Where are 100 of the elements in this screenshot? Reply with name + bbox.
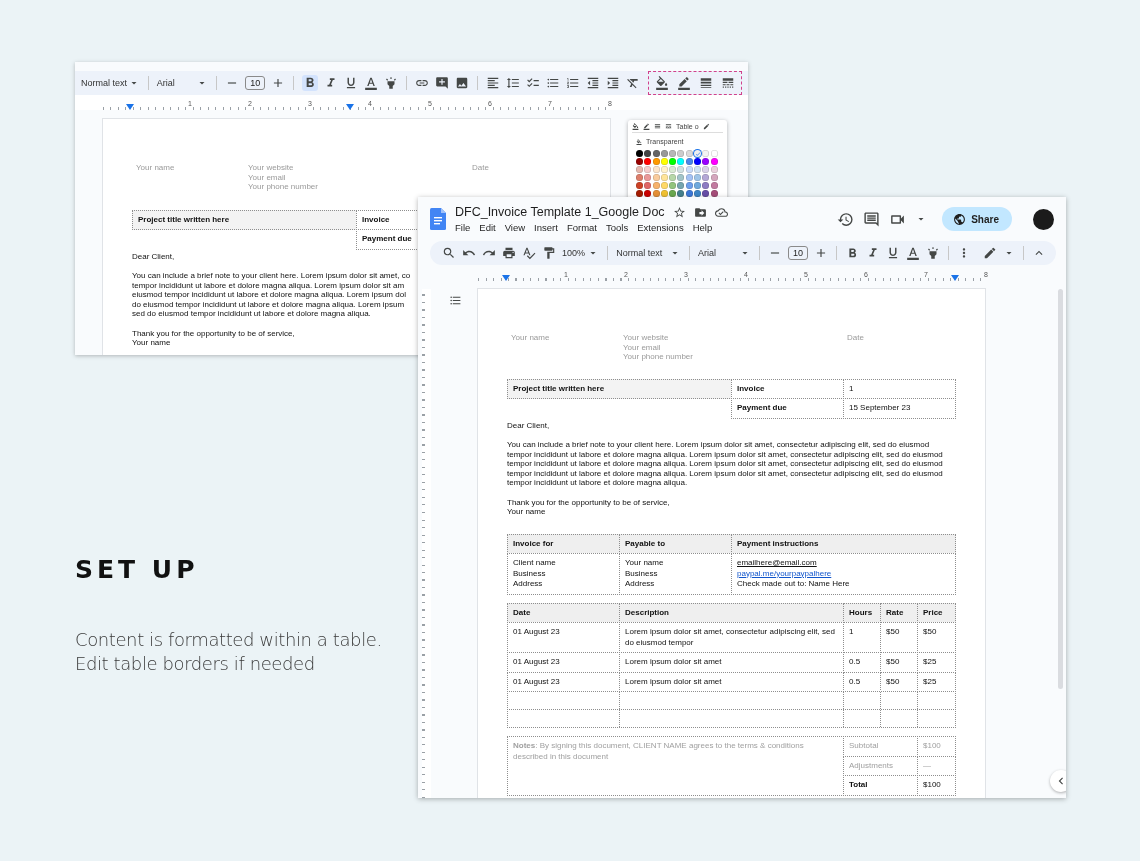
color-swatch[interactable] bbox=[685, 174, 693, 181]
color-swatch[interactable] bbox=[710, 150, 718, 157]
color-swatch[interactable] bbox=[669, 174, 677, 181]
color-swatch[interactable] bbox=[660, 190, 668, 197]
color-swatch[interactable] bbox=[636, 166, 643, 173]
cloud-icon[interactable] bbox=[714, 205, 728, 219]
color-swatch[interactable] bbox=[677, 158, 685, 165]
color-swatch[interactable] bbox=[685, 166, 693, 173]
color-swatch[interactable] bbox=[669, 166, 677, 173]
color-swatch[interactable] bbox=[702, 190, 710, 197]
menu-item[interactable]: Insert bbox=[534, 222, 558, 233]
color-swatch[interactable] bbox=[685, 190, 693, 197]
color-swatch[interactable] bbox=[694, 158, 702, 165]
color-swatch[interactable] bbox=[710, 166, 718, 173]
indent-decrease-icon[interactable] bbox=[586, 76, 600, 90]
fill-color-icon[interactable] bbox=[632, 123, 639, 130]
indent-increase-icon[interactable] bbox=[606, 76, 620, 90]
payment-link[interactable]: paypal.me/yourpaypalhere bbox=[737, 568, 832, 579]
folder-icon[interactable] bbox=[693, 205, 707, 219]
border-dash-icon[interactable] bbox=[721, 76, 735, 90]
email-link[interactable]: emailhere@email.com bbox=[737, 558, 817, 569]
color-swatch[interactable] bbox=[644, 174, 652, 181]
docs-logo-icon[interactable] bbox=[430, 208, 446, 230]
color-swatch[interactable] bbox=[652, 150, 660, 157]
comment-icon[interactable] bbox=[435, 76, 450, 90]
color-swatch[interactable] bbox=[694, 174, 702, 181]
bold-icon[interactable] bbox=[302, 75, 319, 91]
color-swatch[interactable] bbox=[677, 182, 685, 189]
color-swatch[interactable] bbox=[652, 182, 660, 189]
color-swatch[interactable] bbox=[660, 166, 668, 173]
menu-item[interactable]: Tools bbox=[605, 222, 629, 233]
menu-item[interactable]: Format bbox=[566, 222, 597, 233]
color-swatch[interactable] bbox=[710, 190, 718, 197]
collapse-button[interactable] bbox=[1050, 770, 1066, 792]
star-icon[interactable] bbox=[672, 205, 686, 219]
history-icon[interactable] bbox=[837, 210, 855, 228]
border-width-icon[interactable] bbox=[699, 76, 713, 90]
color-swatch[interactable] bbox=[652, 158, 660, 165]
color-swatch[interactable] bbox=[685, 150, 693, 157]
menu-item[interactable]: Edit bbox=[479, 222, 496, 233]
pencil-icon[interactable] bbox=[702, 123, 710, 130]
color-swatch[interactable] bbox=[636, 174, 643, 181]
color-swatch[interactable] bbox=[685, 158, 693, 165]
color-swatch[interactable] bbox=[669, 182, 677, 189]
color-swatch[interactable] bbox=[702, 174, 710, 181]
menu-item[interactable]: Extensions bbox=[637, 222, 684, 233]
color-swatch[interactable] bbox=[636, 150, 643, 157]
color-swatch[interactable] bbox=[652, 190, 660, 197]
pencil-icon[interactable] bbox=[983, 246, 997, 260]
color-swatch[interactable] bbox=[644, 190, 652, 197]
color-swatch[interactable] bbox=[660, 150, 668, 157]
color-swatch[interactable] bbox=[685, 182, 693, 189]
spellcheck-icon[interactable] bbox=[522, 246, 536, 260]
color-swatch[interactable] bbox=[660, 174, 668, 181]
color-swatch[interactable] bbox=[636, 190, 643, 197]
color-swatch[interactable] bbox=[636, 158, 643, 165]
align-icon[interactable] bbox=[486, 76, 500, 90]
color-swatch[interactable] bbox=[669, 190, 677, 197]
checklist-icon[interactable] bbox=[526, 76, 540, 90]
text-color-icon[interactable] bbox=[906, 246, 921, 260]
color-swatch[interactable] bbox=[669, 150, 677, 157]
color-swatch[interactable] bbox=[677, 150, 685, 157]
color-swatch[interactable] bbox=[644, 182, 652, 189]
color-swatch[interactable] bbox=[652, 166, 660, 173]
text-color-icon[interactable] bbox=[364, 76, 379, 90]
color-swatch[interactable] bbox=[702, 182, 710, 189]
color-swatch[interactable] bbox=[710, 174, 718, 181]
color-swatch[interactable] bbox=[710, 158, 718, 165]
color-swatch[interactable] bbox=[677, 190, 685, 197]
border-color-icon[interactable] bbox=[677, 76, 691, 90]
font-size-field[interactable]: 10 bbox=[788, 246, 809, 260]
comment-icon[interactable] bbox=[863, 210, 881, 228]
border-color-icon[interactable] bbox=[643, 123, 650, 130]
font-dropdown[interactable]: Arial bbox=[698, 245, 752, 261]
numbered-list-icon[interactable] bbox=[566, 76, 580, 90]
color-swatch[interactable] bbox=[702, 166, 710, 173]
color-swatch[interactable] bbox=[660, 158, 668, 165]
color-swatch[interactable] bbox=[694, 190, 702, 197]
font-size-field[interactable]: 10 bbox=[245, 76, 266, 90]
border-dash-icon[interactable] bbox=[665, 123, 672, 130]
share-button[interactable]: Share bbox=[942, 207, 1012, 231]
highlighter-icon[interactable] bbox=[926, 246, 941, 260]
color-swatch[interactable] bbox=[669, 158, 677, 165]
color-swatch[interactable] bbox=[652, 174, 660, 181]
style-dropdown[interactable]: Normal text bbox=[616, 245, 682, 261]
bulleted-list-icon[interactable] bbox=[546, 76, 560, 90]
menu-item[interactable]: View bbox=[504, 222, 526, 233]
highlighter-icon[interactable] bbox=[384, 76, 399, 90]
font-dropdown[interactable]: Arial bbox=[156, 75, 209, 91]
color-swatch[interactable] bbox=[644, 158, 652, 165]
outline-icon[interactable] bbox=[449, 294, 462, 307]
print-icon[interactable] bbox=[502, 246, 516, 260]
line-spacing-icon[interactable] bbox=[506, 76, 520, 90]
zoom-dropdown[interactable]: 100% bbox=[562, 245, 600, 261]
color-swatch[interactable] bbox=[660, 182, 668, 189]
color-swatch[interactable] bbox=[644, 150, 652, 157]
color-swatch[interactable] bbox=[694, 166, 702, 173]
fill-color-icon[interactable] bbox=[655, 76, 669, 90]
color-swatch[interactable] bbox=[677, 166, 685, 173]
paint-format-icon[interactable] bbox=[542, 246, 556, 260]
